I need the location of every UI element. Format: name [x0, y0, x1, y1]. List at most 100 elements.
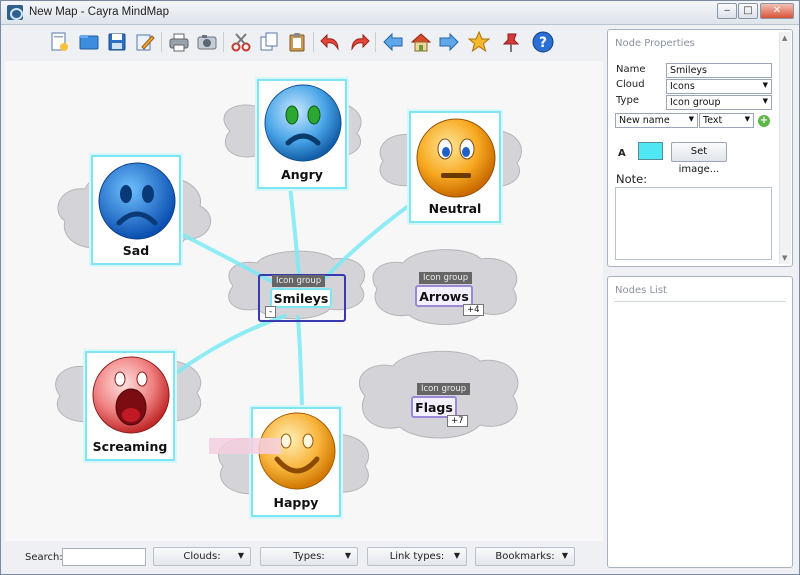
save-button[interactable] — [103, 28, 131, 56]
node-label: Neutral — [428, 201, 482, 216]
window-title: New Map - Cayra MindMap — [29, 6, 169, 18]
node-angry[interactable]: Angry — [257, 79, 347, 189]
svg-text:?: ? — [539, 35, 547, 51]
dropdown-arrow-icon: ▼ — [237, 551, 244, 560]
back-button[interactable] — [379, 28, 407, 56]
node-neutral[interactable]: Neutral — [409, 111, 501, 223]
camera-icon — [197, 35, 217, 50]
undo-arrow-icon — [320, 33, 339, 51]
sad-face-icon — [98, 162, 176, 240]
link-angry — [288, 184, 302, 288]
scroll-down-icon: ▼ — [782, 254, 788, 262]
dropdown-arrow-icon: ▼ — [561, 551, 568, 560]
home-button[interactable] — [407, 28, 435, 56]
angry-face-icon — [264, 84, 342, 162]
link-types-dropdown[interactable]: Link types: ▼ — [367, 547, 467, 566]
link-happy — [296, 315, 304, 411]
cloud-label: Cloud — [616, 79, 645, 90]
expand-count[interactable]: +7 — [447, 415, 468, 427]
scissors-icon — [231, 33, 251, 52]
edit-pencil-icon — [136, 34, 155, 51]
node-happy[interactable]: Happy — [251, 407, 341, 517]
select-value: Icons — [670, 81, 695, 92]
chevron-down-icon: ▼ — [762, 97, 768, 105]
panel-title: Node Properties — [615, 38, 695, 49]
nodes-list-panel: Nodes List — [607, 276, 793, 568]
search-label: Search: — [25, 552, 63, 563]
main-toolbar: ? — [45, 28, 565, 58]
redo-button[interactable] — [345, 28, 373, 56]
paste-button[interactable] — [283, 28, 311, 56]
cloud-select[interactable]: Icons ▼ — [666, 79, 772, 94]
properties-scrollbar[interactable]: ▲ ▼ — [779, 32, 791, 264]
group-smileys[interactable]: Icon group Smileys - — [258, 274, 348, 324]
node-label: Happy — [273, 495, 319, 510]
group-tag: Icon group — [272, 275, 326, 287]
pin-button[interactable] — [497, 28, 525, 56]
name-label: Name — [616, 64, 646, 75]
arrow-left-icon — [383, 32, 403, 52]
group-label: Smileys — [270, 288, 332, 308]
close-button[interactable]: ✕ — [760, 3, 794, 19]
app-window: New Map - Cayra MindMap ‒ □ ✕ ? Sad Angr… — [0, 0, 800, 575]
color-swatch[interactable] — [638, 142, 663, 160]
new-document-button[interactable] — [45, 28, 73, 56]
snapshot-button[interactable] — [193, 28, 221, 56]
collapse-button[interactable]: - — [265, 306, 277, 318]
neutral-face-icon — [416, 118, 496, 198]
redo-arrow-icon — [351, 33, 370, 51]
edit-button[interactable] — [131, 28, 159, 56]
dropdown-label: Clouds: — [183, 551, 221, 562]
type-select[interactable]: Icon group ▼ — [666, 95, 772, 110]
dropdown-arrow-icon: ▼ — [344, 551, 351, 560]
search-input[interactable] — [62, 548, 146, 566]
chevron-down-icon: ▼ — [744, 115, 750, 123]
select-value: New name — [619, 115, 670, 126]
bookmarks-dropdown[interactable]: Bookmarks: ▼ — [475, 547, 575, 566]
link-screaming — [163, 314, 287, 383]
panel-divider — [614, 301, 786, 302]
name-field[interactable]: Smileys — [666, 63, 772, 78]
open-button[interactable] — [75, 28, 103, 56]
new-document-icon — [51, 32, 68, 51]
node-screaming[interactable]: Screaming — [85, 351, 175, 461]
undo-button[interactable] — [317, 28, 345, 56]
group-flags[interactable]: Icon group Flags +7 — [411, 383, 491, 431]
help-button[interactable]: ? — [529, 28, 557, 56]
clouds-dropdown[interactable]: Clouds: ▼ — [153, 547, 251, 566]
new-name-select[interactable]: New name ▼ — [615, 113, 698, 128]
pushpin-icon — [502, 33, 520, 52]
dropdown-label: Bookmarks: — [495, 551, 555, 562]
minimize-button[interactable]: ‒ — [717, 3, 737, 19]
scroll-up-icon: ▲ — [782, 34, 788, 42]
expand-count[interactable]: +4 — [463, 304, 484, 316]
save-disk-icon — [108, 33, 126, 51]
note-textarea[interactable] — [615, 187, 772, 260]
chevron-down-icon: ▼ — [762, 81, 768, 89]
copy-button[interactable] — [255, 28, 283, 56]
dropdown-arrow-icon: ▼ — [453, 551, 460, 560]
note-label: Note: — [616, 172, 648, 186]
text-select[interactable]: Text ▼ — [699, 113, 754, 128]
node-properties-panel: Node Properties Name Smileys Cloud Icons… — [607, 29, 793, 267]
maximize-button[interactable]: □ — [738, 3, 758, 19]
node-sad[interactable]: Sad — [91, 155, 181, 265]
color-label: A — [618, 148, 626, 159]
group-arrows[interactable]: Icon group Arrows +4 — [413, 272, 493, 320]
add-property-button[interactable]: + — [758, 115, 770, 127]
set-image-button[interactable]: Set image... — [671, 142, 727, 175]
select-value: Text — [703, 115, 723, 126]
copy-icon — [260, 32, 278, 51]
cut-button[interactable] — [227, 28, 255, 56]
node-label: Screaming — [92, 439, 168, 454]
mindmap-canvas[interactable]: Sad Angry Neutral Screaming Happy Icon g… — [5, 61, 603, 541]
open-folder-icon — [79, 35, 99, 50]
forward-button[interactable] — [435, 28, 463, 56]
print-button[interactable] — [165, 28, 193, 56]
select-value: Icon group — [670, 97, 721, 108]
chevron-down-icon: ▼ — [688, 115, 694, 123]
dropdown-label: Link types: — [389, 551, 445, 562]
types-dropdown[interactable]: Types: ▼ — [260, 547, 358, 566]
title-bar: New Map - Cayra MindMap ‒ □ ✕ — [1, 1, 799, 25]
favorite-button[interactable] — [465, 28, 493, 56]
